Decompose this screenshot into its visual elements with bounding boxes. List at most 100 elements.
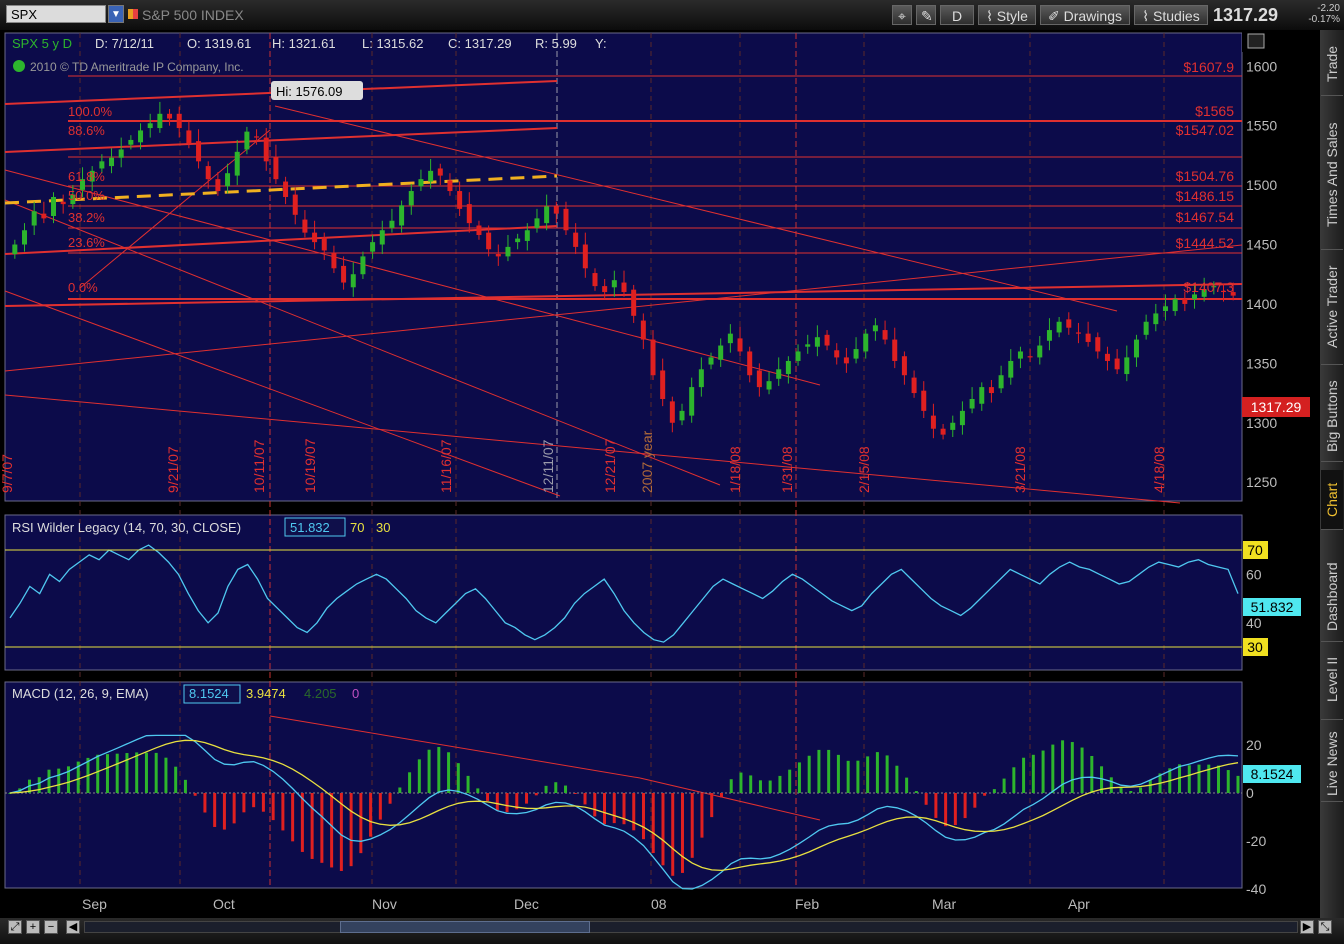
candle-body[interactable] xyxy=(988,387,994,394)
side-tab-live-news[interactable]: Live News xyxy=(1321,726,1343,802)
side-tab-times-and-sales[interactable]: Times And Sales xyxy=(1321,100,1343,250)
zoom-fit-button[interactable]: ⤢ xyxy=(8,920,22,934)
candle-body[interactable] xyxy=(138,130,144,143)
info-icon[interactable] xyxy=(13,60,25,72)
candle-body[interactable] xyxy=(660,370,666,399)
candle-body[interactable] xyxy=(1008,360,1014,378)
candle-body[interactable] xyxy=(1182,299,1188,304)
flag-icon[interactable] xyxy=(128,9,138,19)
zoom-in-button[interactable]: + xyxy=(26,920,40,934)
candle-body[interactable] xyxy=(592,273,598,287)
candle-body[interactable] xyxy=(679,410,685,421)
candle-body[interactable] xyxy=(1017,351,1023,359)
candle-body[interactable] xyxy=(350,274,356,288)
candle-body[interactable] xyxy=(99,161,105,169)
candle-body[interactable] xyxy=(370,242,376,252)
candle-body[interactable] xyxy=(640,320,646,340)
timeframe-button[interactable]: D xyxy=(940,5,974,25)
chart-area[interactable]: SPX 5 y D D: 7/12/11 O: 1319.61 H: 1321.61… xyxy=(0,28,1320,918)
side-tab-active-trader[interactable]: Active Trader xyxy=(1321,250,1343,365)
candle-body[interactable] xyxy=(408,191,414,206)
candle-body[interactable] xyxy=(1075,332,1081,334)
candle-body[interactable] xyxy=(1027,356,1033,358)
candle-body[interactable] xyxy=(234,151,240,176)
candle-body[interactable] xyxy=(273,156,279,180)
candle-body[interactable] xyxy=(698,369,704,388)
candle-body[interactable] xyxy=(263,137,269,162)
candle-body[interactable] xyxy=(1114,358,1120,370)
candle-body[interactable] xyxy=(360,256,366,275)
candle-body[interactable] xyxy=(631,289,637,316)
candle-body[interactable] xyxy=(157,113,163,129)
candle-body[interactable] xyxy=(553,206,559,214)
side-tab-chart[interactable]: Chart xyxy=(1321,470,1343,530)
candle-body[interactable] xyxy=(1037,345,1043,358)
drawings-button[interactable]: ✐ Drawings xyxy=(1040,5,1130,25)
candle-body[interactable] xyxy=(834,350,840,358)
candle-body[interactable] xyxy=(41,213,47,219)
candle-body[interactable] xyxy=(205,166,211,180)
candle-body[interactable] xyxy=(215,179,221,192)
candle-body[interactable] xyxy=(650,339,656,376)
candle-body[interactable] xyxy=(486,232,492,250)
candle-body[interactable] xyxy=(12,244,18,255)
candle-body[interactable] xyxy=(225,173,231,187)
candle-body[interactable] xyxy=(573,232,579,247)
candle-body[interactable] xyxy=(1095,337,1101,352)
candle-body[interactable] xyxy=(457,191,463,209)
candle-body[interactable] xyxy=(302,219,308,233)
candle-body[interactable] xyxy=(1066,319,1072,328)
candle-body[interactable] xyxy=(1172,299,1178,312)
candle-body[interactable] xyxy=(950,422,956,430)
price-panel[interactable] xyxy=(4,32,1243,502)
candle-body[interactable] xyxy=(621,282,627,293)
pencil-icon[interactable]: ✎ xyxy=(916,5,936,25)
side-tab-big-buttons[interactable]: Big Buttons xyxy=(1321,372,1343,462)
candle-body[interactable] xyxy=(176,113,182,129)
candle-body[interactable] xyxy=(669,401,675,423)
candle-body[interactable] xyxy=(283,181,289,197)
candle-body[interactable] xyxy=(399,205,405,226)
candle-body[interactable] xyxy=(51,196,57,216)
candle-body[interactable] xyxy=(60,201,66,205)
candle-body[interactable] xyxy=(998,375,1004,389)
candle-body[interactable] xyxy=(1153,313,1159,325)
candle-body[interactable] xyxy=(109,157,115,167)
candle-body[interactable] xyxy=(863,333,869,352)
candle-body[interactable] xyxy=(776,369,782,379)
candle-body[interactable] xyxy=(1085,333,1091,342)
candle-body[interactable] xyxy=(544,206,550,224)
candle-body[interactable] xyxy=(892,339,898,361)
candle-body[interactable] xyxy=(312,232,318,243)
candle-body[interactable] xyxy=(756,370,762,388)
candle-body[interactable] xyxy=(292,194,298,215)
side-tab-level-ii[interactable]: Level II xyxy=(1321,640,1343,720)
candle-body[interactable] xyxy=(505,246,511,257)
candle-body[interactable] xyxy=(843,357,849,364)
candle-body[interactable] xyxy=(737,338,743,352)
candle-body[interactable] xyxy=(515,238,521,243)
candle-body[interactable] xyxy=(476,225,482,236)
candle-body[interactable] xyxy=(747,351,753,376)
candle-body[interactable] xyxy=(940,428,946,435)
candle-body[interactable] xyxy=(930,415,936,429)
style-button[interactable]: ⌇ Style xyxy=(978,5,1036,25)
candle-body[interactable] xyxy=(389,220,395,228)
candle-body[interactable] xyxy=(602,286,608,293)
candle-body[interactable] xyxy=(1104,353,1110,361)
candle-body[interactable] xyxy=(428,170,434,182)
candle-body[interactable] xyxy=(1133,339,1139,358)
chart-svg[interactable]: SPX 5 y D D: 7/12/11 O: 1319.61 H: 1321.61… xyxy=(0,28,1320,918)
candle-body[interactable] xyxy=(582,244,588,269)
candle-body[interactable] xyxy=(979,387,985,404)
candle-body[interactable] xyxy=(437,168,443,176)
candle-body[interactable] xyxy=(341,265,347,283)
scrollbar-thumb[interactable] xyxy=(340,921,590,933)
candle-body[interactable] xyxy=(1046,330,1052,341)
candle-body[interactable] xyxy=(167,113,173,119)
candle-body[interactable] xyxy=(186,130,192,144)
candle-body[interactable] xyxy=(31,211,37,226)
candle-body[interactable] xyxy=(495,254,501,257)
symbol-dropdown-button[interactable]: ▼ xyxy=(108,5,124,23)
side-tab-dashboard[interactable]: Dashboard xyxy=(1321,552,1343,642)
